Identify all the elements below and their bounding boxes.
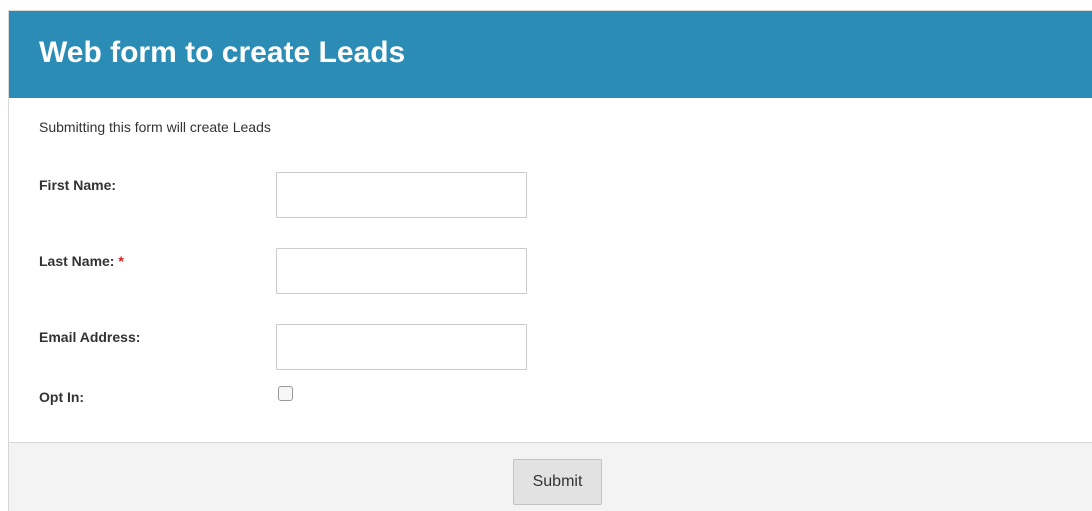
last-name-label: Last Name: * xyxy=(39,253,124,269)
form-title: Web form to create Leads xyxy=(39,36,406,69)
email-label: Email Address: xyxy=(39,329,141,345)
first-name-label: First Name: xyxy=(39,177,117,193)
opt-in-checkbox[interactable] xyxy=(278,386,293,401)
page: Web form to create Leads Submitting this… xyxy=(0,0,1092,511)
submit-button[interactable]: Submit xyxy=(513,459,602,505)
required-marker: * xyxy=(118,253,124,269)
form-header: Web form to create Leads xyxy=(9,11,1092,98)
email-input[interactable] xyxy=(276,324,527,370)
opt-in-label: Opt In: xyxy=(39,389,85,405)
form-description: Submitting this form will create Leads xyxy=(39,119,271,135)
first-name-input[interactable] xyxy=(276,172,527,218)
form-footer: Submit xyxy=(9,442,1092,511)
lead-form-card: Web form to create Leads Submitting this… xyxy=(8,10,1092,511)
last-name-input[interactable] xyxy=(276,248,527,294)
last-name-label-text: Last Name: xyxy=(39,253,115,269)
